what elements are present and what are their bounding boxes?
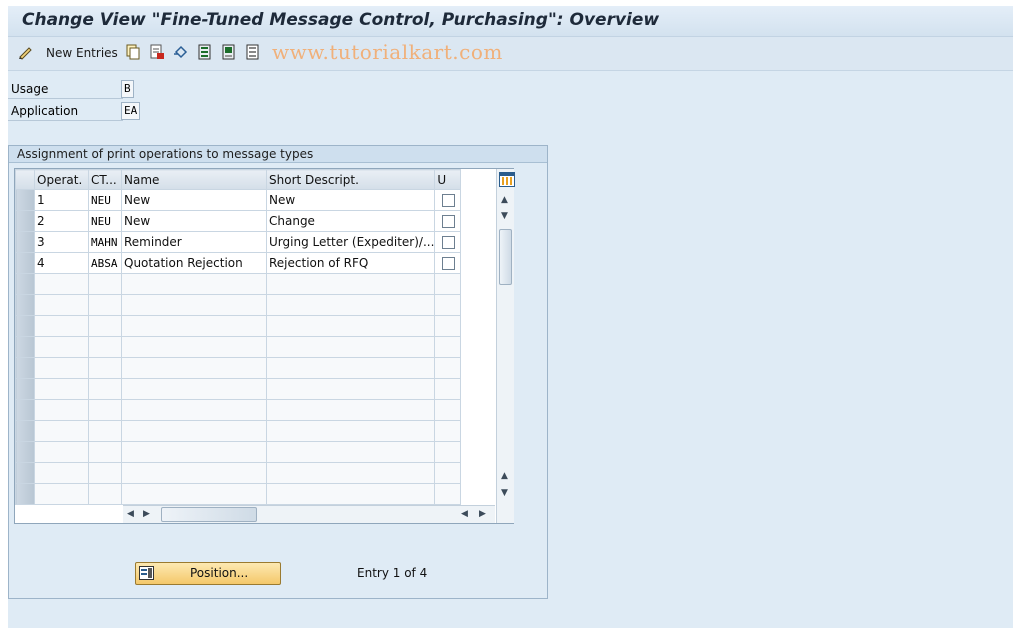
operat-cell: 3 bbox=[34, 231, 89, 253]
assignment-group: Assignment of print operations to messag… bbox=[8, 145, 548, 599]
row-selector[interactable] bbox=[15, 399, 35, 421]
usage-label: Usage bbox=[8, 79, 123, 99]
table-settings-icon[interactable] bbox=[499, 172, 515, 187]
empty-row bbox=[15, 441, 462, 463]
row-selector[interactable] bbox=[15, 420, 35, 442]
row-selector[interactable] bbox=[15, 483, 35, 505]
operat-cell: 2 bbox=[34, 210, 89, 232]
empty-row bbox=[15, 315, 462, 337]
name-cell: Reminder bbox=[121, 231, 267, 253]
window-title: Change View "Fine-Tuned Message Control,… bbox=[22, 10, 660, 30]
select-block-icon[interactable] bbox=[221, 44, 237, 60]
deselect-all-icon[interactable] bbox=[245, 44, 261, 60]
application-label: Application bbox=[8, 101, 123, 121]
row-selector[interactable] bbox=[15, 462, 35, 484]
empty-row bbox=[15, 462, 462, 484]
entry-counter: Entry 1 of 4 bbox=[357, 566, 428, 580]
short-descript-cell: Urging Letter (Expediter)/... bbox=[265, 231, 436, 253]
horizontal-scrollbar[interactable]: ◀ ▶ ◀ ▶ bbox=[123, 505, 495, 523]
u-cell bbox=[434, 210, 462, 232]
scroll-page-down-arrow-icon[interactable]: ▼ bbox=[501, 488, 508, 498]
row-selector[interactable] bbox=[15, 315, 35, 337]
operat-cell: 1 bbox=[34, 189, 89, 211]
table-control: Operat. CT... Name Short Descript. U 1 N… bbox=[14, 168, 515, 524]
name-cell: Quotation Rejection bbox=[121, 252, 267, 274]
usage-value: B bbox=[121, 80, 134, 98]
row-selector[interactable] bbox=[15, 231, 35, 253]
row-selector[interactable] bbox=[15, 273, 35, 295]
ct-cell: ABSA bbox=[88, 252, 122, 274]
empty-row bbox=[15, 336, 462, 358]
short-descript-cell: Change bbox=[265, 210, 436, 232]
row-selector[interactable] bbox=[15, 336, 35, 358]
ct-cell: NEU bbox=[88, 189, 122, 211]
u-cell bbox=[434, 231, 462, 253]
empty-row bbox=[15, 420, 462, 442]
operat-cell: 4 bbox=[34, 252, 89, 274]
empty-row bbox=[15, 378, 462, 400]
scroll-right-arrow-icon[interactable]: ▶ bbox=[143, 509, 150, 519]
row-selector[interactable] bbox=[15, 189, 35, 211]
vertical-scrollbar[interactable]: ▲ ▼ ▲ ▼ bbox=[496, 169, 515, 523]
u-checkbox[interactable] bbox=[442, 215, 456, 228]
row-selector[interactable] bbox=[15, 294, 35, 316]
u-cell bbox=[434, 252, 462, 274]
watermark: www.tutorialkart.com bbox=[272, 40, 503, 64]
col-header-name[interactable]: Name bbox=[121, 169, 267, 190]
scroll-up-arrow-icon[interactable]: ▲ bbox=[501, 195, 508, 205]
table-row: 1 NEU New New bbox=[15, 189, 462, 211]
table-row: 4 ABSA Quotation Rejection Rejection of … bbox=[15, 252, 462, 274]
u-checkbox[interactable] bbox=[442, 194, 456, 207]
row-selector[interactable] bbox=[15, 441, 35, 463]
delete-icon[interactable] bbox=[149, 44, 165, 60]
table-header-row: Operat. CT... Name Short Descript. U bbox=[15, 169, 462, 190]
name-cell: New bbox=[121, 210, 267, 232]
scroll-page-up-arrow-icon[interactable]: ▲ bbox=[501, 471, 508, 481]
col-header-ct[interactable]: CT... bbox=[88, 169, 122, 190]
scroll-end-right-arrow-icon[interactable]: ▶ bbox=[479, 509, 486, 519]
position-icon bbox=[139, 566, 154, 580]
u-checkbox[interactable] bbox=[442, 257, 456, 270]
undo-icon[interactable] bbox=[173, 44, 189, 60]
select-all-rows-header[interactable] bbox=[15, 169, 35, 190]
empty-row bbox=[15, 273, 462, 295]
name-cell: New bbox=[121, 189, 267, 211]
row-selector[interactable] bbox=[15, 378, 35, 400]
edit-pencil-icon[interactable] bbox=[18, 44, 34, 60]
message-types-table: Operat. CT... Name Short Descript. U 1 N… bbox=[15, 169, 462, 505]
u-cell bbox=[434, 189, 462, 211]
row-selector[interactable] bbox=[15, 210, 35, 232]
group-title: Assignment of print operations to messag… bbox=[9, 146, 547, 163]
select-all-icon[interactable] bbox=[197, 44, 213, 60]
title-bar: Change View "Fine-Tuned Message Control,… bbox=[8, 6, 1013, 37]
col-header-operat[interactable]: Operat. bbox=[34, 169, 89, 190]
horizontal-scroll-thumb[interactable] bbox=[161, 507, 257, 522]
vertical-scroll-thumb[interactable] bbox=[499, 229, 512, 285]
row-selector[interactable] bbox=[15, 357, 35, 379]
empty-row bbox=[15, 357, 462, 379]
short-descript-cell: New bbox=[265, 189, 436, 211]
scroll-end-left-arrow-icon[interactable]: ◀ bbox=[461, 509, 468, 519]
table-row: 2 NEU New Change bbox=[15, 210, 462, 232]
short-descript-cell: Rejection of RFQ bbox=[265, 252, 436, 274]
position-button[interactable]: Position... bbox=[135, 562, 281, 585]
row-selector[interactable] bbox=[15, 252, 35, 274]
ct-cell: MAHN bbox=[88, 231, 122, 253]
application-toolbar: New Entries www.tutorialkart.com bbox=[8, 37, 1013, 71]
u-checkbox[interactable] bbox=[442, 236, 456, 249]
copy-icon[interactable] bbox=[125, 44, 141, 60]
scroll-down-arrow-icon[interactable]: ▼ bbox=[501, 211, 508, 221]
new-entries-button[interactable]: New Entries bbox=[46, 46, 118, 60]
scroll-left-arrow-icon[interactable]: ◀ bbox=[127, 509, 134, 519]
col-header-short-descript[interactable]: Short Descript. bbox=[265, 169, 436, 190]
table-row: 3 MAHN Reminder Urging Letter (Expediter… bbox=[15, 231, 462, 253]
empty-row bbox=[15, 483, 462, 505]
empty-row bbox=[15, 399, 462, 421]
position-button-label: Position... bbox=[190, 566, 249, 580]
ct-cell: NEU bbox=[88, 210, 122, 232]
col-header-u[interactable]: U bbox=[434, 169, 462, 190]
application-value: EA bbox=[121, 102, 141, 120]
empty-row bbox=[15, 294, 462, 316]
